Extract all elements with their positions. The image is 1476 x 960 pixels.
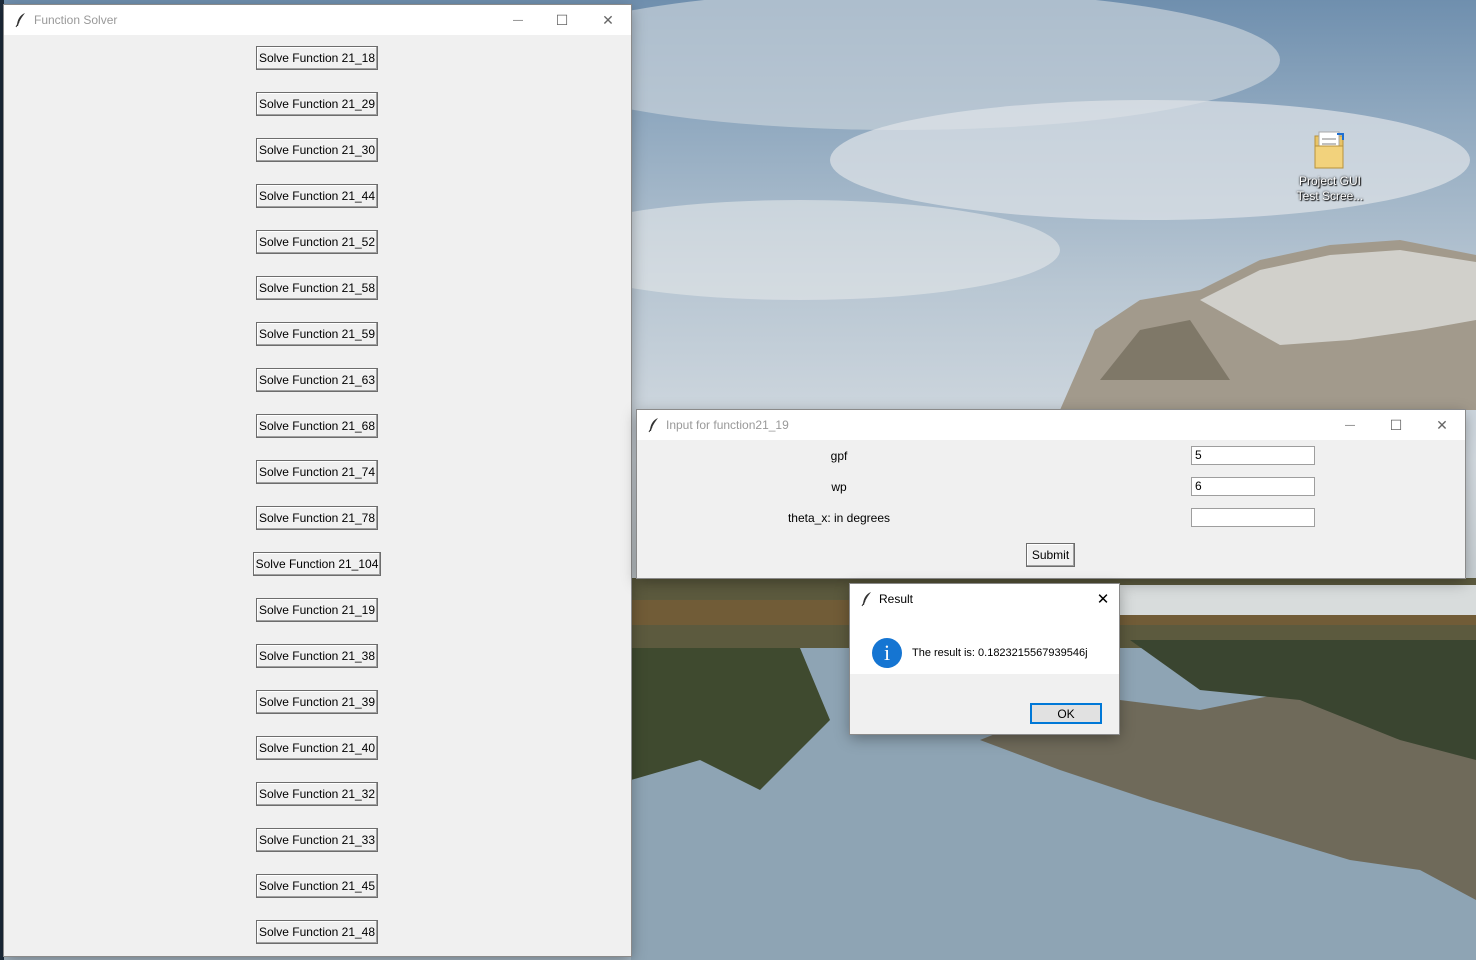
close-icon: ✕ [1436, 416, 1448, 433]
solve-function-button[interactable]: Solve Function 21_59 [256, 322, 378, 346]
solve-function-button[interactable]: Solve Function 21_58 [256, 276, 378, 300]
solve-function-button[interactable]: Solve Function 21_30 [256, 138, 378, 162]
feather-icon [15, 13, 25, 28]
feather-icon [648, 418, 658, 433]
solve-function-button[interactable]: Solve Function 21_39 [256, 690, 378, 714]
theta-x-input[interactable] [1191, 508, 1315, 527]
solver-titlebar[interactable]: Function Solver — ☐ ✕ [4, 5, 631, 35]
submit-button[interactable]: Submit [1026, 543, 1075, 567]
solve-function-button[interactable]: Solve Function 21_32 [256, 782, 378, 806]
maximize-icon: ☐ [555, 11, 569, 28]
result-dialog: Result ✕ i The result is: 0.182321556793… [850, 584, 1119, 734]
solve-function-button[interactable]: Solve Function 21_48 [256, 920, 378, 944]
result-titlebar[interactable]: Result ✕ [850, 584, 1119, 614]
solve-function-button[interactable]: Solve Function 21_38 [256, 644, 378, 668]
desktop-icon-label-line1: Project GUI [1298, 174, 1361, 188]
feather-icon [861, 592, 871, 607]
solve-function-button[interactable]: Solve Function 21_78 [256, 506, 378, 530]
minimize-button[interactable]: — [1327, 410, 1373, 440]
solve-function-button[interactable]: Solve Function 21_45 [256, 874, 378, 898]
minimize-button[interactable]: — [495, 5, 541, 35]
solve-function-button[interactable]: Solve Function 21_63 [256, 368, 378, 392]
result-title: Result [879, 592, 914, 606]
maximize-icon: ☐ [1389, 416, 1403, 433]
maximize-button[interactable]: ☐ [1373, 410, 1419, 440]
close-button[interactable]: ✕ [1081, 584, 1125, 614]
solver-title: Function Solver [34, 13, 118, 27]
desktop-folder-shortcut[interactable]: Project GUI Test Scree... [1290, 130, 1370, 204]
function-solver-window: Function Solver — ☐ ✕ Solve Function 21_… [4, 5, 631, 956]
minimize-icon: — [513, 14, 523, 26]
solve-function-button[interactable]: Solve Function 21_40 [256, 736, 378, 760]
gpf-input[interactable]: 5 [1191, 446, 1315, 465]
solve-function-button[interactable]: Solve Function 21_33 [256, 828, 378, 852]
result-message-area: i The result is: 0.1823215567939546j [850, 614, 1119, 674]
solve-function-button[interactable]: Solve Function 21_18 [256, 46, 378, 70]
theta-x-label: theta_x: in degrees [787, 511, 891, 525]
input-window: Input for function21_19 — ☐ ✕ gpf 5 wp 6… [637, 410, 1465, 578]
solve-function-button[interactable]: Solve Function 21_19 [256, 598, 378, 622]
maximize-button[interactable]: ☐ [539, 5, 585, 35]
wp-label: wp [831, 480, 847, 494]
gpf-label: gpf [830, 449, 848, 463]
solve-function-button[interactable]: Solve Function 21_74 [256, 460, 378, 484]
info-icon: i [872, 638, 902, 668]
desktop-icon-label-line2: Test Scree... [1296, 189, 1364, 203]
folder-icon [1313, 130, 1347, 170]
minimize-icon: — [1345, 419, 1355, 431]
solve-function-button[interactable]: Solve Function 21_29 [256, 92, 378, 116]
input-title: Input for function21_19 [666, 418, 789, 432]
solver-content: Solve Function 21_18 Solve Function 21_2… [4, 35, 631, 956]
input-titlebar[interactable]: Input for function21_19 — ☐ ✕ [637, 410, 1465, 440]
close-button[interactable]: ✕ [585, 5, 631, 35]
result-message: The result is: 0.1823215567939546j [912, 647, 1088, 659]
close-button[interactable]: ✕ [1419, 410, 1465, 440]
ok-button[interactable]: OK [1030, 703, 1102, 724]
close-icon: ✕ [602, 11, 614, 28]
wp-input[interactable]: 6 [1191, 477, 1315, 496]
solve-function-button[interactable]: Solve Function 21_44 [256, 184, 378, 208]
close-icon: ✕ [1096, 591, 1110, 608]
solve-function-button[interactable]: Solve Function 21_52 [256, 230, 378, 254]
solve-function-button[interactable]: Solve Function 21_68 [256, 414, 378, 438]
solve-function-button[interactable]: Solve Function 21_104 [253, 552, 381, 576]
